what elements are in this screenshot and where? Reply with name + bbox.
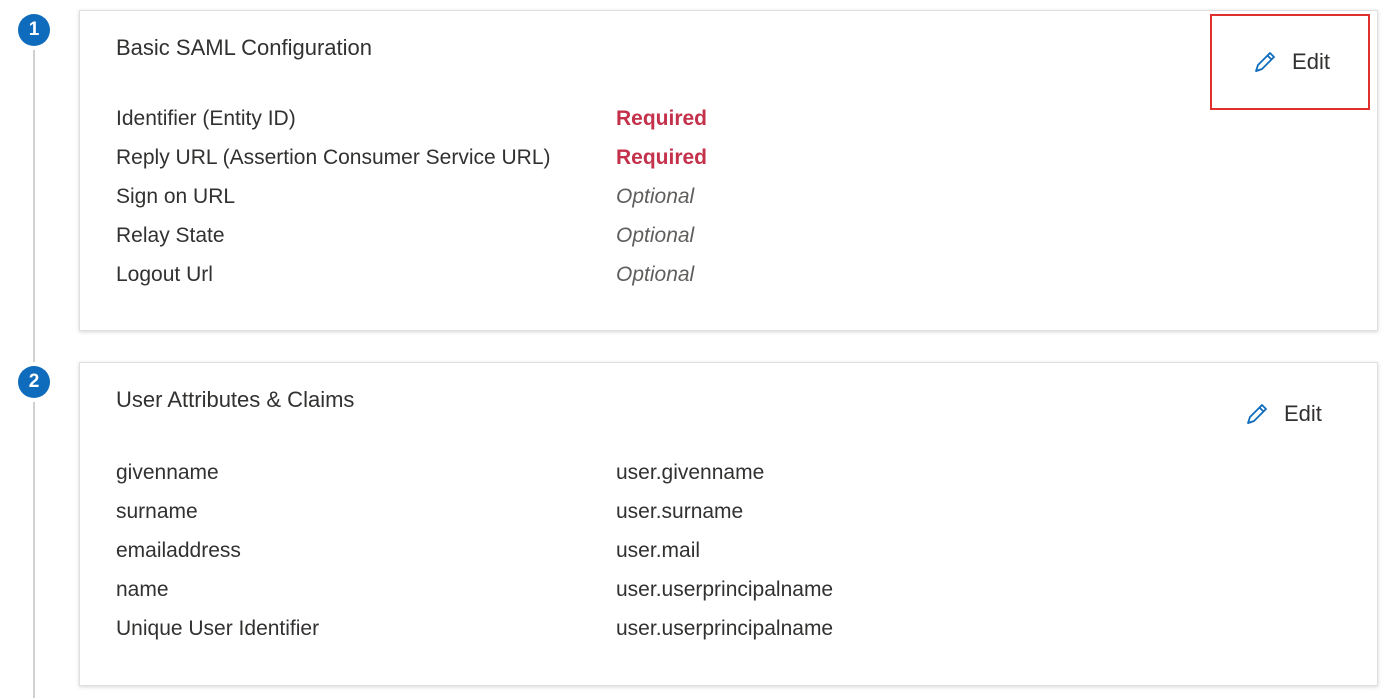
edit-label: Edit [1292,49,1330,74]
card-title: User Attributes & Claims [116,387,355,412]
claim-value: user.mail [616,539,701,562]
claim-name: Unique User Identifier [116,617,320,640]
timeline-line [33,30,35,698]
pencil-icon [1250,47,1280,77]
basic-saml-configuration-card: Basic SAML Configuration Edit Identifier… [79,10,1378,331]
setting-label: Reply URL (Assertion Consumer Service UR… [116,146,551,169]
status-optional: Optional [616,224,695,247]
setting-label: Logout Url [116,263,213,286]
claim-name: emailaddress [116,539,241,562]
status-optional: Optional [616,263,695,286]
pencil-icon [1242,399,1272,429]
claim-value: user.surname [616,500,744,523]
edit-button[interactable]: Edit [1210,14,1370,110]
claim-value: user.givenname [616,461,765,484]
claim-value: user.userprincipalname [616,617,834,640]
status-required: Required [616,107,708,130]
setting-label: Sign on URL [116,185,236,208]
claim-name: name [116,578,169,601]
card-title: Basic SAML Configuration [116,35,372,60]
status-optional: Optional [616,185,695,208]
setting-label: Relay State [116,224,225,247]
claim-value: user.userprincipalname [616,578,834,601]
status-required: Required [616,146,708,169]
edit-button[interactable]: Edit [1242,399,1322,429]
claim-name: givenname [116,461,219,484]
step-number-badge: 2 [18,366,50,398]
setting-label: Identifier (Entity ID) [116,107,296,130]
step-number-badge: 1 [18,14,50,46]
edit-label: Edit [1284,401,1322,426]
claim-name: surname [116,500,198,523]
user-attributes-claims-card: User Attributes & Claims Edit givenname … [79,362,1378,686]
